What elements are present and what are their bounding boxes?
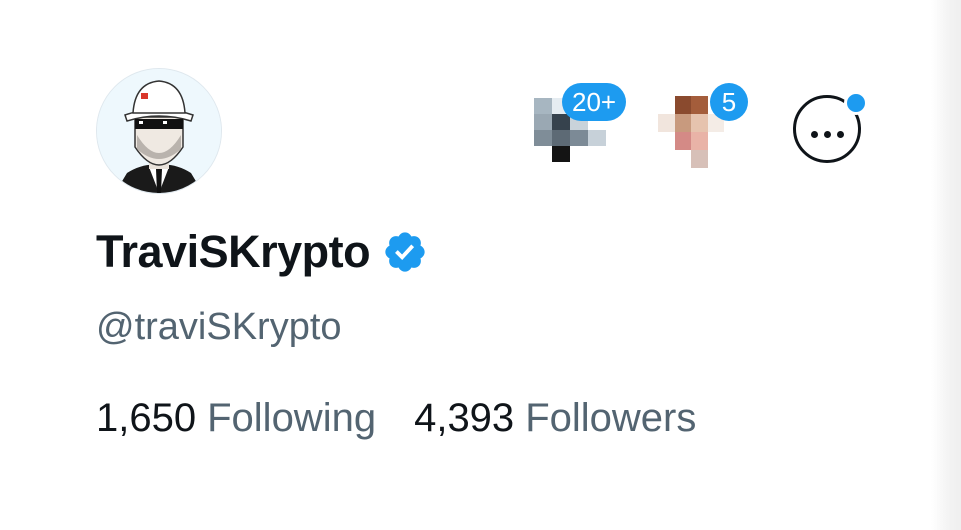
following-link[interactable]: 1,650 Following bbox=[96, 396, 376, 441]
more-horizontal-icon bbox=[796, 125, 858, 138]
more-notification-dot bbox=[844, 91, 868, 115]
followers-link[interactable]: 4,393 Followers bbox=[414, 396, 696, 441]
following-count: 1,650 bbox=[96, 396, 197, 440]
profile-handle: @traviSKrypto bbox=[96, 306, 342, 348]
profile-avatar[interactable] bbox=[96, 68, 222, 194]
notification-count-badge-2: 5 bbox=[710, 83, 748, 121]
window-edge bbox=[931, 0, 961, 530]
verified-badge-icon[interactable] bbox=[382, 229, 428, 275]
profile-name-row: TraviSKrypto bbox=[96, 222, 428, 282]
avatar-illustration bbox=[97, 69, 221, 193]
followers-count: 4,393 bbox=[414, 396, 515, 440]
profile-display-name: TraviSKrypto bbox=[96, 226, 371, 277]
followers-label: Followers bbox=[525, 396, 697, 440]
following-label: Following bbox=[207, 396, 377, 440]
profile-stats: 1,650 Following 4,393 Followers bbox=[96, 396, 696, 441]
notification-count-badge-1: 20+ bbox=[562, 83, 627, 121]
